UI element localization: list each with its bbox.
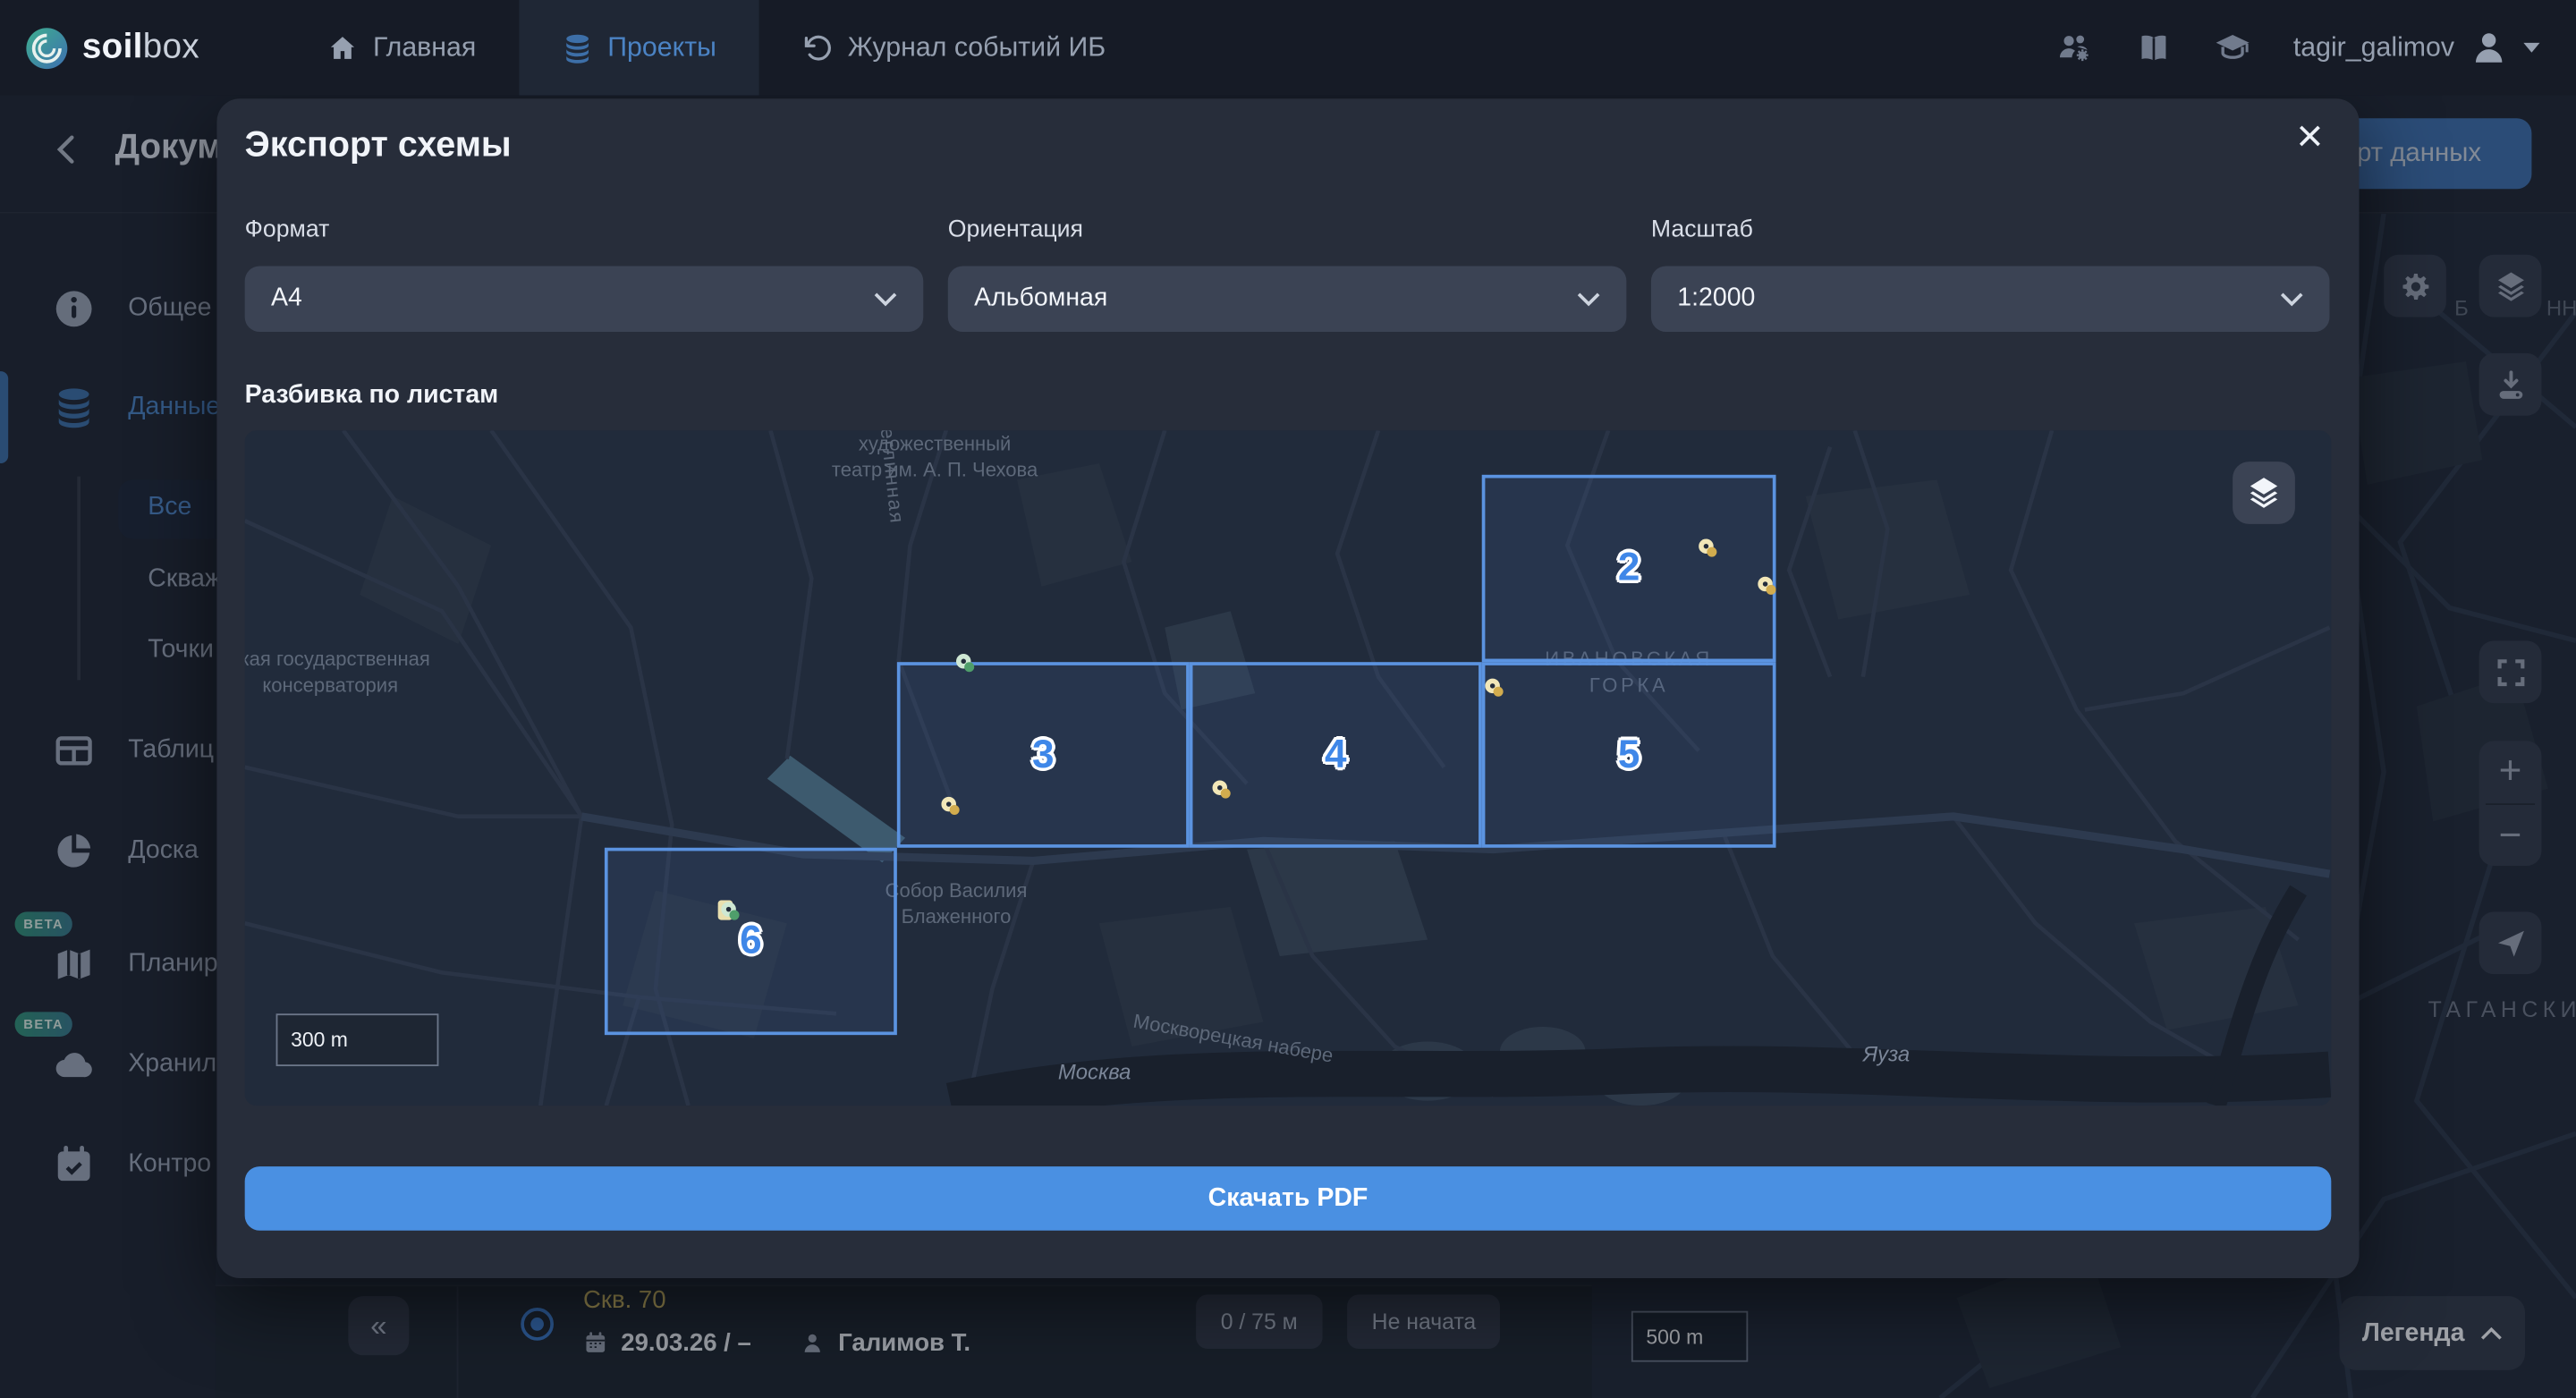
- sheets-section-title: Разбивка по листам: [245, 381, 499, 411]
- point-marker-green: [721, 902, 736, 917]
- graduation-cap-icon[interactable]: [2215, 30, 2250, 65]
- well-point-marker: [1485, 679, 1500, 694]
- point-marker-green: [956, 654, 971, 669]
- sheet-number: 6: [740, 919, 762, 964]
- username: tagir_galimov: [2293, 32, 2454, 64]
- preview-scale-control: 300 m: [276, 1013, 439, 1066]
- user-avatar-icon: [2470, 28, 2509, 67]
- navbar-right: tagir_galimov: [2056, 28, 2576, 67]
- history-icon: [801, 32, 833, 64]
- nav-item-security-log[interactable]: Журнал событий ИБ: [759, 0, 1148, 96]
- sheet-rect-6[interactable]: 6: [605, 848, 897, 1035]
- nav-label: Проекты: [607, 32, 716, 64]
- sheet-number: 2: [1618, 546, 1640, 591]
- orientation-value: Альбомная: [974, 284, 1107, 314]
- format-select[interactable]: A4: [245, 267, 924, 332]
- sheet-rect-3[interactable]: 3: [897, 662, 1190, 848]
- format-label: Формат: [245, 216, 330, 242]
- sheet-number: 4: [1325, 732, 1347, 777]
- preview-layers-button[interactable]: [2233, 462, 2295, 524]
- orientation-label: Ориентация: [948, 216, 1083, 242]
- scale-value: 1:2000: [1677, 284, 1755, 314]
- sheet-rect-2[interactable]: 2: [1482, 475, 1776, 662]
- nav-item-home[interactable]: Главная: [284, 0, 519, 96]
- modal-title: Экспорт схемы: [245, 125, 512, 166]
- soilbox-logo-icon: [25, 25, 70, 70]
- chevron-down-icon: [2280, 292, 2303, 307]
- user-menu[interactable]: tagir_galimov: [2293, 28, 2540, 67]
- app-logo[interactable]: soilbox: [0, 25, 271, 70]
- download-pdf-button[interactable]: Скачать PDF: [245, 1166, 2332, 1231]
- book-icon[interactable]: [2135, 30, 2171, 65]
- app-screen: Докум орт данных Общее Данные Все Скваж …: [0, 0, 2576, 1398]
- sheet-number: 5: [1618, 732, 1640, 777]
- format-value: A4: [271, 284, 302, 314]
- brand-name: soilbox: [82, 28, 199, 67]
- close-icon[interactable]: ×: [2284, 112, 2336, 165]
- well-point-marker: [941, 797, 956, 812]
- sheet-number: 3: [1032, 732, 1055, 777]
- sheet-rect-5[interactable]: 5: [1482, 662, 1776, 848]
- top-navbar: soilbox Главная Проекты Журнал событий И…: [0, 0, 2576, 96]
- orientation-select[interactable]: Альбомная: [948, 267, 1627, 332]
- chevron-down-icon: [874, 292, 897, 307]
- sheet-preview-map[interactable]: художественный театр им. А. П. Чехова Не…: [245, 430, 2332, 1106]
- chevron-down-icon: [1577, 292, 1600, 307]
- well-point-marker: [1758, 577, 1773, 592]
- map-label-theater: художественный театр им. А. П. Чехова: [738, 430, 1132, 483]
- nav-label: Главная: [373, 32, 476, 64]
- users-admin-icon[interactable]: [2056, 30, 2092, 65]
- scale-label: Масштаб: [1651, 216, 1753, 242]
- database-icon: [562, 32, 593, 64]
- well-point-marker: [1699, 538, 1714, 554]
- caret-down-icon: [2523, 43, 2539, 53]
- map-label-moskva-river: Москва: [1058, 1060, 1131, 1086]
- nav-label: Журнал событий ИБ: [848, 32, 1106, 64]
- sheet-rect-4[interactable]: 4: [1190, 662, 1482, 848]
- nav-item-projects[interactable]: Проекты: [519, 0, 759, 96]
- map-label-yauza-river: Яуза: [1863, 1041, 1910, 1067]
- well-point-marker: [1213, 780, 1228, 795]
- home-icon: [327, 32, 359, 64]
- layers-icon: [2246, 475, 2282, 511]
- scale-select[interactable]: 1:2000: [1651, 267, 2330, 332]
- export-scheme-modal: Экспорт схемы × Формат Ориентация Масшта…: [216, 98, 2359, 1278]
- map-label-conservatory: ская государственная консерватория: [245, 646, 495, 699]
